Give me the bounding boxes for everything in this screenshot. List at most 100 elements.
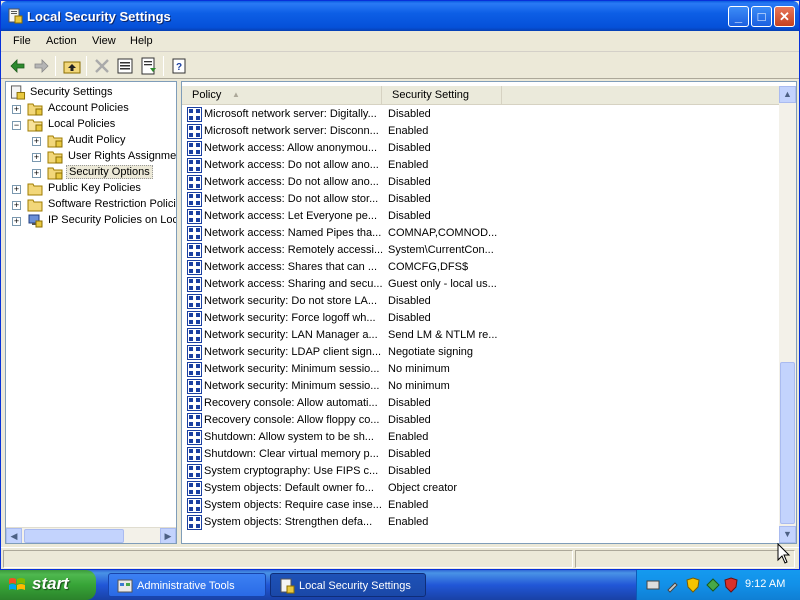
menu-view[interactable]: View (92, 35, 116, 47)
policy-name: Network security: Force logoff wh... (204, 312, 376, 324)
back-arrow-icon[interactable] (8, 56, 28, 76)
table-row[interactable]: System cryptography: Use FIPS c... Disabl… (182, 463, 780, 480)
close-button[interactable]: ✕ (774, 6, 795, 27)
table-row[interactable]: System objects: Default owner fo... Objec… (182, 480, 780, 497)
policy-name: Network access: Sharing and secu... (204, 278, 383, 290)
list-vertical-scrollbar[interactable]: ▲ ▼ (779, 86, 796, 543)
policy-item-icon (187, 243, 202, 258)
table-row[interactable]: Network access: Do not allow ano... Enabl… (182, 157, 780, 174)
expand-icon[interactable]: + (12, 201, 21, 210)
table-row[interactable]: Network security: LAN Manager a... Send L… (182, 327, 780, 344)
table-row[interactable]: Microsoft network server: Digitally... Di… (182, 106, 780, 123)
table-row[interactable]: Network security: Force logoff wh... Disa… (182, 310, 780, 327)
windows-logo-icon (9, 578, 25, 590)
security-alert-icon[interactable] (723, 577, 739, 593)
network-icon[interactable] (645, 577, 661, 593)
up-folder-icon[interactable] (62, 56, 82, 76)
policy-name: Network security: Minimum sessio... (204, 363, 380, 375)
table-row[interactable]: Shutdown: Allow system to be sh... Enable… (182, 429, 780, 446)
scroll-down-icon[interactable]: ▼ (779, 526, 796, 543)
table-row[interactable]: Network security: LDAP client sign... Neg… (182, 344, 780, 361)
expand-icon[interactable]: + (32, 153, 41, 162)
scroll-thumb[interactable] (24, 529, 124, 543)
menu-file[interactable]: File (13, 35, 31, 47)
table-row[interactable]: Network access: Do not allow stor... Disa… (182, 191, 780, 208)
menu-action[interactable]: Action (46, 35, 77, 47)
table-row[interactable]: Network access: Shares that can ... COMCF… (182, 259, 780, 276)
scroll-right-icon[interactable]: ▶ (160, 528, 176, 543)
tree-horizontal-scrollbar[interactable]: ◀ ▶ (6, 527, 176, 543)
table-row[interactable]: Network access: Do not allow ano... Disab… (182, 174, 780, 191)
policy-name: Network access: Shares that can ... (204, 261, 378, 273)
policy-name: System objects: Require case inse... (204, 499, 382, 511)
scroll-left-icon[interactable]: ◀ (6, 528, 22, 543)
policy-setting: Disabled (388, 448, 431, 460)
properties-icon[interactable] (115, 56, 135, 76)
start-button[interactable]: start (0, 570, 96, 600)
policy-name: Microsoft network server: Digitally... (204, 108, 377, 120)
table-row[interactable]: Network access: Allow anonymou... Disable… (182, 140, 780, 157)
forward-arrow-icon[interactable] (31, 56, 51, 76)
table-row[interactable]: Recovery console: Allow automati... Disab… (182, 395, 780, 412)
task-administrative-tools[interactable]: Administrative Tools (108, 573, 266, 597)
policy-name: Network access: Do not allow ano... (204, 159, 379, 171)
column-header-policy[interactable]: Policy ▲ (182, 86, 382, 104)
sort-ascending-icon: ▲ (232, 90, 240, 99)
maximize-button[interactable]: □ (751, 6, 772, 27)
expand-icon[interactable]: + (32, 137, 41, 146)
minimize-button[interactable]: _ (728, 6, 749, 27)
title-bar[interactable]: Local Security Settings _ □ ✕ (1, 1, 799, 31)
policy-item-icon (187, 158, 202, 173)
policy-name: System objects: Strengthen defa... (204, 516, 373, 528)
policy-name: Network access: Named Pipes tha... (204, 227, 382, 239)
shield-icon[interactable] (685, 577, 701, 593)
table-row[interactable]: Network access: Named Pipes tha... COMNAP… (182, 225, 780, 242)
control-panel-icon (117, 579, 133, 593)
table-row[interactable]: Network access: Sharing and secu... Guest… (182, 276, 780, 293)
tools-icon[interactable] (665, 577, 681, 593)
taskbar: start Administrative Tools Local Securit… (0, 570, 800, 600)
table-row[interactable]: Network security: Minimum sessio... No mi… (182, 361, 780, 378)
status-bar (1, 547, 799, 569)
tree-label: Local Policies (48, 118, 116, 130)
policy-name: Network security: Do not store LA... (204, 295, 378, 307)
scroll-up-icon[interactable]: ▲ (779, 86, 796, 103)
clock[interactable]: 9:12 AM (745, 578, 785, 590)
expand-icon[interactable]: + (32, 169, 41, 178)
table-row[interactable]: System objects: Strengthen defa... Enable… (182, 514, 780, 531)
table-row[interactable]: Shutdown: Clear virtual memory p... Disab… (182, 446, 780, 463)
policy-item-icon (187, 311, 202, 326)
policy-item-icon (187, 362, 202, 377)
table-row[interactable]: Microsoft network server: Disconn... Enab… (182, 123, 780, 140)
table-row[interactable]: Network access: Remotely accessi... Syste… (182, 242, 780, 259)
folder-icon (27, 103, 43, 116)
table-row[interactable]: Network access: Let Everyone pe... Disabl… (182, 208, 780, 225)
scroll-thumb[interactable] (780, 362, 795, 524)
expand-icon[interactable]: + (12, 185, 21, 194)
collapse-icon[interactable]: − (12, 121, 21, 130)
menu-help[interactable]: Help (130, 35, 153, 47)
table-row[interactable]: Network security: Do not store LA... Disa… (182, 293, 780, 310)
expand-icon[interactable]: + (12, 217, 21, 226)
column-label: Policy (192, 89, 222, 101)
policy-setting: Object creator (388, 482, 458, 494)
table-row[interactable]: Recovery console: Allow floppy co... Disa… (182, 412, 780, 429)
policy-item-icon (187, 430, 202, 445)
policy-name: Shutdown: Allow system to be sh... (204, 431, 374, 443)
table-row[interactable]: System objects: Require case inse... Enab… (182, 497, 780, 514)
delete-icon[interactable] (92, 56, 112, 76)
export-list-icon[interactable] (139, 56, 159, 76)
policy-setting: Disabled (388, 210, 431, 222)
tree-label: Security Settings (30, 86, 113, 98)
policy-item-icon (187, 260, 202, 275)
security-settings-icon (280, 578, 295, 594)
expand-icon[interactable]: + (12, 105, 21, 114)
policy-item-icon (187, 175, 202, 190)
help-icon[interactable]: ? (170, 56, 190, 76)
column-header-setting[interactable]: Security Setting (382, 86, 502, 104)
table-row[interactable]: Network security: Minimum sessio... No mi… (182, 378, 780, 395)
task-local-security-settings[interactable]: Local Security Settings (270, 573, 426, 597)
policy-item-icon (187, 226, 202, 241)
tree-label: Software Restriction Policies (48, 198, 177, 210)
update-icon[interactable] (705, 577, 721, 593)
